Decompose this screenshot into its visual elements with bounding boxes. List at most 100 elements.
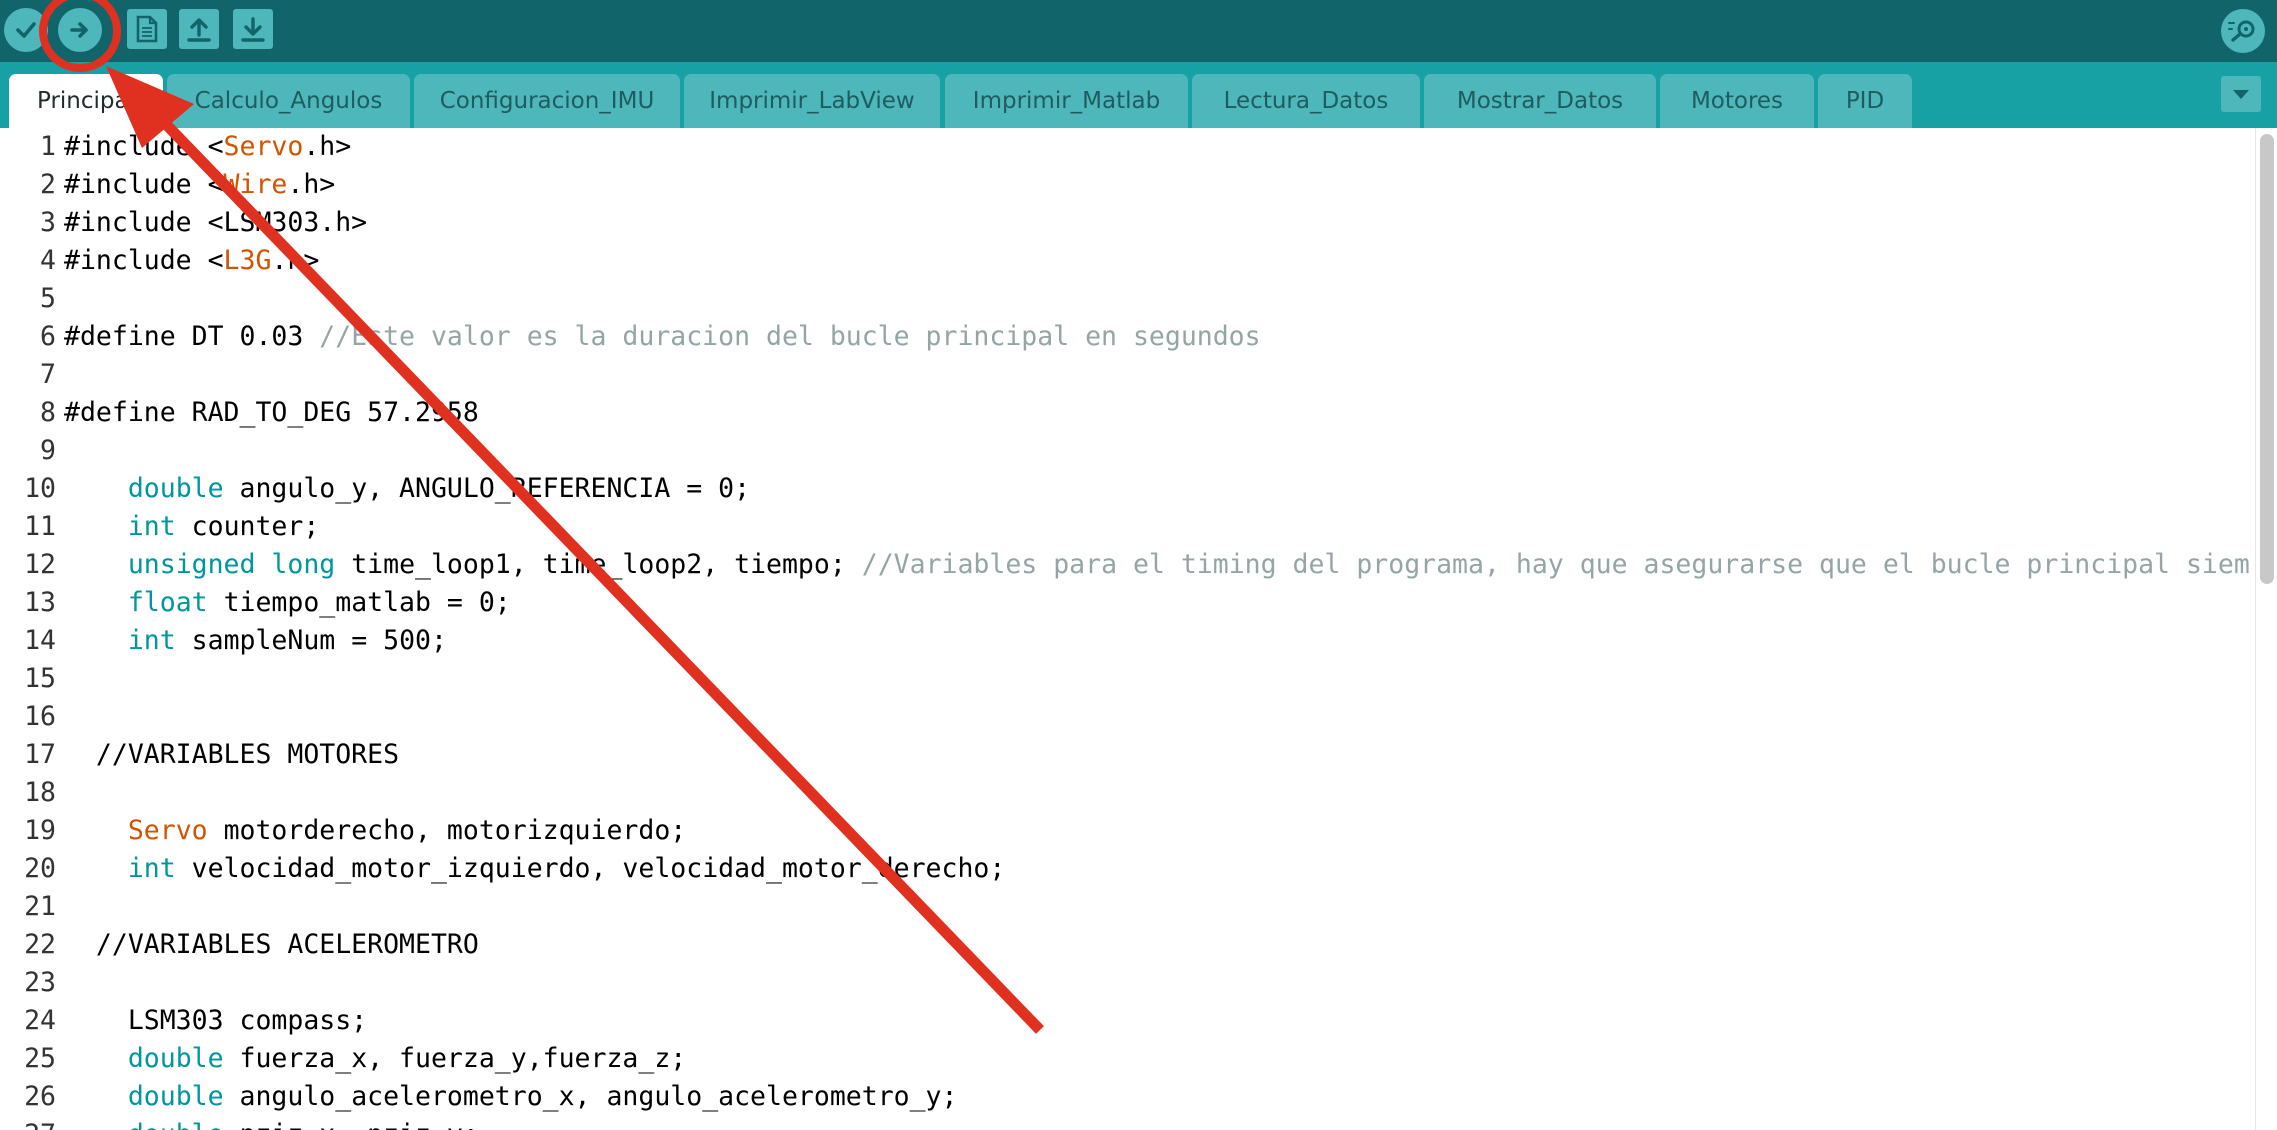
tab-strip: Principal Calculo_Angulos Configuracion_…: [0, 62, 2277, 128]
code-line[interactable]: 3 #include <LSM303.h>: [0, 204, 2277, 242]
code-line[interactable]: 24 LSM303 compass;: [0, 1002, 2277, 1040]
tab-principal[interactable]: Principal: [9, 74, 163, 128]
tab-motores[interactable]: Motores: [1660, 74, 1814, 128]
code-text: int velocidad_motor_izquierdo, velocidad…: [64, 850, 1006, 888]
code-line[interactable]: 9: [0, 432, 2277, 470]
new-file-icon: [136, 15, 158, 43]
code-line[interactable]: 14 int sampleNum = 500;: [0, 622, 2277, 660]
code-line[interactable]: 5: [0, 280, 2277, 318]
line-number: 7: [40, 359, 56, 390]
line-number: 18: [24, 777, 56, 808]
code-line[interactable]: 25 double fuerza_x, fuerza_y,fuerza_z;: [0, 1040, 2277, 1078]
code-token: fuerza_x, fuerza_y,fuerza_z;: [223, 1043, 687, 1074]
tab-imprimir-matlab[interactable]: Imprimir_Matlab: [945, 74, 1188, 128]
code-line[interactable]: 20 int velocidad_motor_izquierdo, veloci…: [0, 850, 2277, 888]
tab-mostrar-datos[interactable]: Mostrar_Datos: [1424, 74, 1656, 128]
open-button[interactable]: [179, 9, 219, 49]
line-number: 22: [24, 929, 56, 960]
code-line[interactable]: 21: [0, 888, 2277, 926]
code-line[interactable]: 12 unsigned long time_loop1, time_loop2,…: [0, 546, 2277, 584]
code-token: .h>: [287, 169, 336, 200]
code-token: int: [127, 625, 176, 656]
code-token: angulo_y, ANGULO_REFERENCIA = 0;: [223, 473, 751, 504]
code-token: pziz_x, pziz_y;: [224, 1119, 479, 1130]
tab-calculo-angulos[interactable]: Calculo_Angulos: [167, 74, 410, 128]
code-line[interactable]: 18: [0, 774, 2277, 812]
verify-button[interactable]: [4, 8, 48, 52]
code-line[interactable]: 26 double angulo_acelerometro_x, angulo_…: [0, 1078, 2277, 1116]
code-line[interactable]: 1 #include <Servo.h>: [0, 128, 2277, 166]
code-token: int: [127, 853, 176, 884]
line-number: 25: [24, 1043, 56, 1074]
code-text: int counter;: [64, 508, 319, 546]
code-text: double angulo_y, ANGULO_REFERENCIA = 0;: [64, 470, 750, 508]
code-token: double: [127, 1081, 224, 1112]
code-text: #define RAD_TO_DEG 57.2958: [64, 394, 479, 432]
code-line[interactable]: 27 double pziz_x, pziz_y;: [0, 1116, 2277, 1130]
code-line[interactable]: 15: [0, 660, 2277, 698]
code-line[interactable]: 10 double angulo_y, ANGULO_REFERENCIA = …: [0, 470, 2277, 508]
code-line[interactable]: 22 //VARIABLES ACELEROMETRO: [0, 926, 2277, 964]
triangle-down-icon: [2233, 90, 2249, 99]
code-line[interactable]: 17 //VARIABLES MOTORES: [0, 736, 2277, 774]
open-up-arrow-icon: [187, 18, 211, 42]
code-line[interactable]: 13 float tiempo_matlab = 0;: [0, 584, 2277, 622]
vertical-scrollbar[interactable]: [2255, 128, 2277, 1130]
code-token: double: [128, 1119, 224, 1130]
code-token: #define DT 0.03: [64, 321, 320, 352]
line-number: 6: [40, 321, 56, 352]
code-token: #define RAD_TO_DEG 57.2958: [64, 397, 479, 428]
code-token: float: [127, 587, 208, 618]
tab-configuracion-imu[interactable]: Configuracion_IMU: [414, 74, 680, 128]
line-number: 8: [40, 397, 56, 428]
line-number: 26: [24, 1081, 56, 1112]
code-token: time_loop1, time_loop2, tiempo;: [335, 549, 862, 580]
code-line[interactable]: 4 #include <L3G.h>: [0, 242, 2277, 280]
tab-imprimir-labview[interactable]: Imprimir_LabView: [684, 74, 940, 128]
code-line[interactable]: 2 #include <Wire.h>: [0, 166, 2277, 204]
code-token: //Este valor es la duracion del bucle pr…: [319, 321, 1261, 352]
tab-pid[interactable]: PID: [1818, 74, 1912, 128]
line-number: 3: [40, 207, 56, 238]
scrollbar-thumb[interactable]: [2260, 134, 2274, 584]
code-token: //Variables para el timing del programa,…: [861, 549, 2250, 580]
code-text: Servo motorderecho, motorizquierdo;: [64, 812, 686, 850]
line-number: 21: [24, 891, 56, 922]
serial-monitor-button[interactable]: [2221, 9, 2265, 53]
code-line[interactable]: 16: [0, 698, 2277, 736]
code-text: float tiempo_matlab = 0;: [64, 584, 511, 622]
code-text: #include <L3G.h>: [64, 242, 319, 280]
line-number: 27: [0, 1116, 56, 1130]
line-number: 14: [24, 625, 56, 656]
line-number: 13: [24, 587, 56, 618]
tab-lectura-datos[interactable]: Lectura_Datos: [1192, 74, 1420, 128]
code-token: double: [127, 1043, 224, 1074]
code-line[interactable]: 19 Servo motorderecho, motorizquierdo;: [0, 812, 2277, 850]
code-token: L3G: [223, 245, 272, 276]
code-line[interactable]: 8 #define RAD_TO_DEG 57.2958: [0, 394, 2277, 432]
code-text: #include <Wire.h>: [64, 166, 335, 204]
code-line[interactable]: 23: [0, 964, 2277, 1002]
code-text: #include <Servo.h>: [64, 128, 351, 166]
code-token: motorderecho, motorizquierdo;: [207, 815, 687, 846]
code-token: angulo_acelerometro_x, angulo_aceleromet…: [223, 1081, 958, 1112]
code-line[interactable]: 11 int counter;: [0, 508, 2277, 546]
code-token: //VARIABLES MOTORES: [64, 739, 400, 770]
code-token: #include <LSM303.h>: [64, 207, 368, 238]
save-button[interactable]: [233, 9, 273, 49]
new-sketch-button[interactable]: [127, 9, 167, 49]
code-line[interactable]: 7: [0, 356, 2277, 394]
code-token: velocidad_motor_izquierdo, velocidad_mot…: [175, 853, 1006, 884]
code-token: double: [127, 473, 224, 504]
code-text: double pziz_x, pziz_y;: [64, 1116, 479, 1130]
code-line[interactable]: 6 #define DT 0.03 //Este valor es la dura…: [0, 318, 2277, 356]
code-editor[interactable]: 1 #include <Servo.h> 2 #include <Wire.h> 3 #i…: [0, 128, 2277, 1130]
line-number: 24: [24, 1005, 56, 1036]
tab-menu-button[interactable]: [2221, 76, 2261, 112]
upload-button[interactable]: [58, 8, 102, 52]
code-text: //VARIABLES ACELEROMETRO: [64, 926, 479, 964]
